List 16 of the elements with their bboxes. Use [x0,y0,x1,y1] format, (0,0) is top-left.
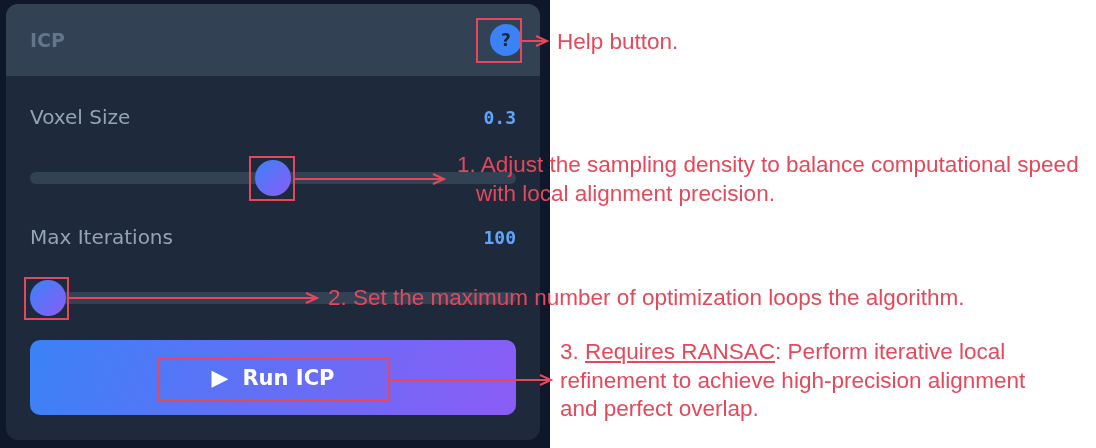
arrow [521,35,550,47]
help-button[interactable]: ? [490,24,522,56]
run-button[interactable]: ▶ Run ICP [30,340,516,415]
slider-thumb[interactable] [30,280,66,316]
highlight-box [476,18,522,63]
slider-label: Max Iterations [30,225,173,249]
slider-value: 0.3 [483,106,516,128]
callout-text: Help button. [557,28,680,56]
slider-value: 100 [483,226,516,248]
callout-link[interactable]: Requires RANSAC [585,339,776,364]
play-icon: ▶ [211,365,229,390]
slider-thumb[interactable] [255,160,291,196]
highlight-box [24,277,69,320]
highlight-box [249,156,295,201]
callout-text: 3. Requires RANSAC: Perform iterative local refinement to achieve high-precision alignment and perfect overlap. [560,338,1027,423]
slider-label: Voxel Size [30,105,131,129]
